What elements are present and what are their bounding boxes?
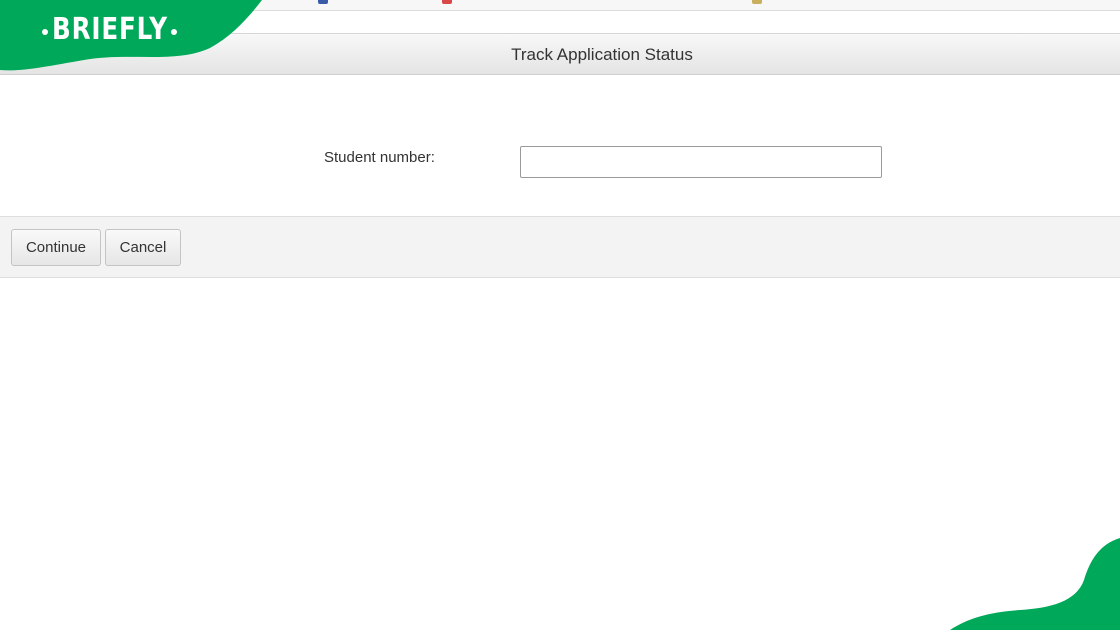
- briefly-logo: BRIEFLY: [0, 0, 270, 75]
- form-area: Student number:: [0, 76, 1120, 216]
- logo-dot-icon: [171, 29, 177, 35]
- bookmark-icon[interactable]: [442, 0, 452, 4]
- student-number-input[interactable]: [520, 146, 882, 178]
- cancel-button[interactable]: Cancel: [105, 229, 181, 266]
- student-number-label: Student number:: [324, 149, 435, 166]
- corner-decoration: [940, 530, 1120, 630]
- button-bar: Continue Cancel: [0, 216, 1120, 278]
- bookmark-icon[interactable]: [752, 0, 762, 4]
- bookmark-icon[interactable]: [318, 0, 328, 4]
- continue-button[interactable]: Continue: [11, 229, 101, 266]
